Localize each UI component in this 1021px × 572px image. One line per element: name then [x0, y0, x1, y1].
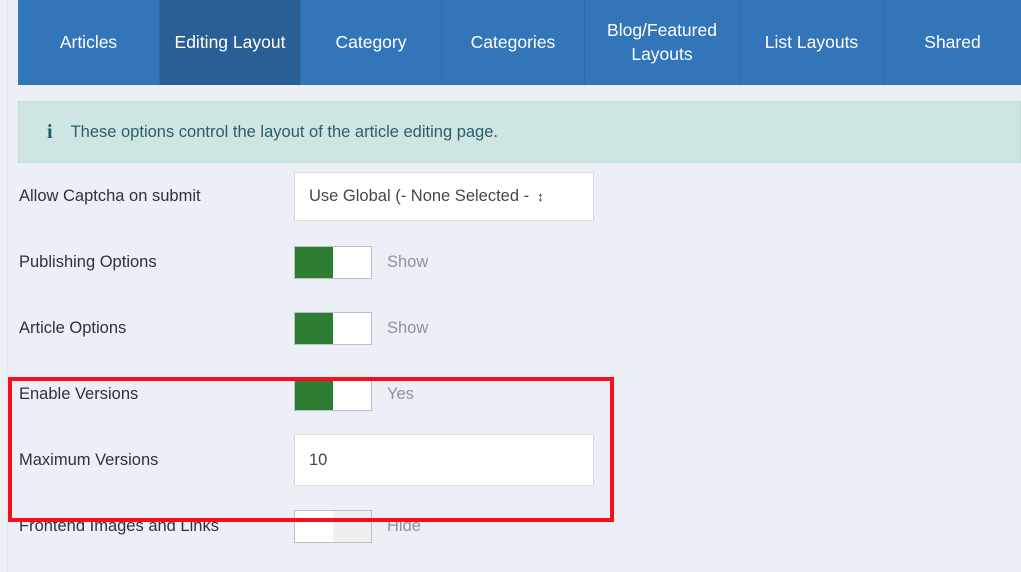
enable-versions-toggle[interactable] — [294, 377, 372, 411]
publishing-options-state-label: Show — [387, 252, 429, 271]
tab-categories-label: Categories — [470, 31, 556, 52]
control-article-options: Show — [294, 311, 429, 345]
page-root: Articles Editing Layout Category Categor… — [0, 0, 1021, 572]
control-maximum-versions — [294, 434, 594, 486]
form-row-allow-captcha: Allow Captcha on submit Use Global (- No… — [0, 163, 1021, 229]
allow-captcha-select[interactable]: Use Global (- None Selected - ↕ — [294, 171, 594, 221]
tab-blog-featured-layouts-label: Blog/Featured Layouts — [607, 20, 717, 64]
tab-blog-featured-layouts[interactable]: Blog/Featured Layouts — [585, 0, 740, 85]
tab-articles[interactable]: Articles — [18, 0, 160, 85]
control-publishing-options: Show — [294, 245, 429, 279]
article-options-toggle[interactable] — [294, 311, 372, 345]
toggle-half-right — [333, 246, 371, 278]
toggle-half-left — [295, 378, 333, 410]
tab-articles-label: Articles — [59, 31, 118, 52]
tab-shared[interactable]: Shared — [884, 0, 1021, 85]
label-frontend-images-and-links: Frontend Images and Links — [19, 516, 219, 535]
tab-category[interactable]: Category — [301, 0, 442, 85]
label-allow-captcha: Allow Captcha on submit — [19, 186, 201, 205]
allow-captcha-select-value: Use Global (- None Selected - — [309, 186, 530, 205]
label-article-options: Article Options — [19, 318, 127, 337]
tab-shared-label: Shared — [924, 31, 981, 52]
article-options-state-label: Show — [387, 318, 429, 337]
tab-list-layouts[interactable]: List Layouts — [740, 0, 884, 85]
toggle-half-left — [295, 510, 333, 542]
tab-category-label: Category — [335, 31, 407, 52]
form-row-maximum-versions: Maximum Versions — [0, 427, 1021, 493]
frontend-images-and-links-state-label: Hide — [387, 516, 421, 535]
control-frontend-images-and-links: Hide — [294, 509, 421, 543]
info-icon: i — [47, 121, 53, 143]
label-enable-versions: Enable Versions — [19, 384, 139, 403]
options-form: Allow Captcha on submit Use Global (- No… — [0, 163, 1021, 559]
enable-versions-state-label: Yes — [387, 384, 414, 403]
publishing-options-toggle[interactable] — [294, 245, 372, 279]
tab-list-layouts-label: List Layouts — [764, 31, 859, 52]
toggle-half-right — [333, 312, 371, 344]
label-publishing-options: Publishing Options — [19, 252, 157, 271]
form-row-enable-versions: Enable Versions Yes — [0, 361, 1021, 427]
toggle-half-left — [295, 246, 333, 278]
tab-bar: Articles Editing Layout Category Categor… — [18, 0, 1021, 85]
toggle-half-left — [295, 312, 333, 344]
form-row-publishing-options: Publishing Options Show — [0, 229, 1021, 295]
control-allow-captcha: Use Global (- None Selected - ↕ — [294, 171, 594, 221]
toggle-half-right — [333, 378, 371, 410]
form-row-article-options: Article Options Show — [0, 295, 1021, 361]
frontend-images-and-links-toggle[interactable] — [294, 509, 372, 543]
form-row-frontend-images-and-links: Frontend Images and Links Hide — [0, 493, 1021, 559]
tab-categories[interactable]: Categories — [442, 0, 585, 85]
info-banner: i These options control the layout of th… — [18, 101, 1021, 163]
toggle-half-right — [333, 510, 371, 542]
control-enable-versions: Yes — [294, 377, 414, 411]
tab-editing-layout-label: Editing Layout — [174, 31, 286, 52]
info-banner-text: These options control the layout of the … — [70, 122, 498, 141]
label-maximum-versions: Maximum Versions — [19, 450, 159, 469]
maximum-versions-input[interactable] — [294, 434, 594, 486]
chevron-updown-icon: ↕ — [537, 188, 544, 204]
tab-editing-layout[interactable]: Editing Layout — [160, 0, 301, 85]
